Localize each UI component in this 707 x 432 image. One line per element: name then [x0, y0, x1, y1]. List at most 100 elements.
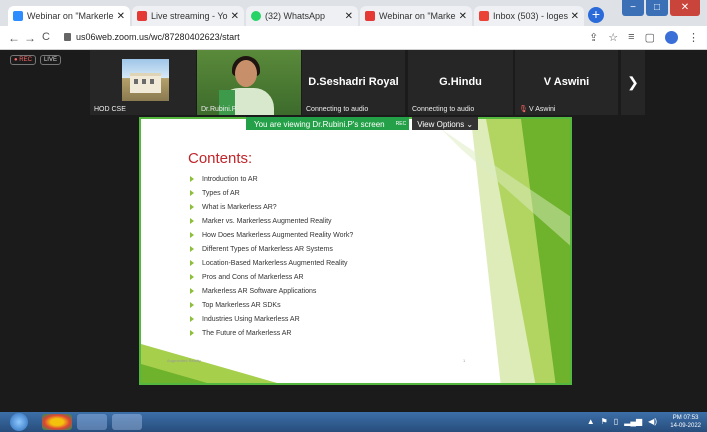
viewing-screen-message: You are viewing Dr.Rubini.P's screen: [246, 117, 393, 130]
bullet-arrow-icon: [190, 288, 194, 294]
screen-share-banner: You are viewing Dr.Rubini.P's screen REC…: [246, 117, 479, 130]
tab-close-icon[interactable]: ✕: [459, 11, 467, 22]
start-button-icon[interactable]: [10, 413, 28, 431]
college-building-image: [122, 59, 169, 101]
youtube-favicon-icon: [137, 11, 147, 21]
muted-mic-icon: 🎙: [519, 106, 528, 113]
tab-whatsapp[interactable]: (32) WhatsApp ✕: [246, 6, 358, 26]
close-window-button[interactable]: ✕: [670, 0, 700, 16]
tab-youtube-studio[interactable]: Live streaming - YouTube Stud ✕: [132, 6, 244, 26]
browser-toolbar: ⇪ ☆ ≡ ▢ ⋮: [589, 31, 699, 44]
search-taskbar-icon[interactable]: [112, 414, 142, 430]
side-panel-icon[interactable]: ▢: [645, 31, 655, 44]
browser-tab-bar: Webinar on "Markerless Augm ✕ Live strea…: [0, 0, 707, 26]
back-button[interactable]: ←: [8, 31, 20, 45]
slide-page-number: 1: [463, 358, 466, 363]
participant-display-name: D.Seshadri Royal: [308, 76, 399, 88]
slide-footer: Augmented Reality: [167, 358, 201, 363]
list-item: The Future of Markerless AR: [190, 326, 353, 340]
participant-tile-hindu[interactable]: G.Hindu Connecting to audio: [408, 50, 513, 115]
participant-status: Connecting to audio: [412, 106, 475, 113]
list-item: Top Markerless AR SDKs: [190, 298, 353, 312]
windows-taskbar: ▲ ⚑ ▯ ▂▄▆ ◀) PM 07:53 14-09-2022: [0, 412, 707, 432]
tab-close-icon[interactable]: ✕: [345, 11, 353, 22]
list-item: Different Types of Markerless AR Systems: [190, 242, 353, 256]
tab-close-icon[interactable]: ✕: [231, 11, 239, 22]
youtube-favicon-icon: [365, 11, 375, 21]
tab-label: Webinar on "Markerless A: [379, 11, 456, 21]
list-item: Industries Using Markerless AR: [190, 312, 353, 326]
url-field[interactable]: us06web.zoom.us/wc/87280402623/start: [76, 32, 240, 42]
bullet-arrow-icon: [190, 232, 194, 238]
share-icon[interactable]: ⇪: [589, 31, 598, 44]
bullet-arrow-icon: [190, 330, 194, 336]
minimize-button[interactable]: −: [622, 0, 644, 16]
profile-avatar[interactable]: [665, 31, 678, 44]
new-tab-button[interactable]: +: [588, 7, 604, 23]
participant-tile-speaker[interactable]: Dr.Rubini.P: [197, 50, 301, 115]
participant-name: V Aswini: [529, 106, 556, 113]
bullet-arrow-icon: [190, 316, 194, 322]
menu-icon[interactable]: ⋮: [688, 31, 699, 44]
window-controls: − □ ✕: [622, 0, 700, 20]
tab-close-icon[interactable]: ✕: [117, 11, 125, 22]
next-participants-button[interactable]: ❯: [621, 50, 645, 115]
tab-label: Live streaming - YouTube Stud: [151, 11, 228, 21]
participant-display-name: G.Hindu: [439, 76, 482, 88]
bullet-arrow-icon: [190, 218, 194, 224]
list-item: How Does Markerless Augmented Reality Wo…: [190, 228, 353, 242]
participant-tile-aswini[interactable]: V Aswini 🎙 V Aswini: [515, 50, 618, 115]
system-tray: ▲ ⚑ ▯ ▂▄▆ ◀): [587, 417, 657, 426]
tab-webinar-zoom[interactable]: Webinar on "Markerless Augm ✕: [8, 6, 130, 26]
view-options-button[interactable]: View Options ⌄: [412, 117, 479, 130]
tab-label: Inbox (503) - logeshk75@gmai: [493, 11, 568, 21]
list-item: Introduction to AR: [190, 172, 353, 186]
chrome-taskbar-icon[interactable]: [42, 414, 72, 430]
rec-badge[interactable]: ● REC: [10, 55, 36, 65]
gmail-favicon-icon: [479, 11, 489, 21]
address-bar: ← → C us06web.zoom.us/wc/87280402623/sta…: [0, 26, 707, 50]
tab-label: (32) WhatsApp: [265, 11, 326, 21]
participant-tile-seshadri[interactable]: D.Seshadri Royal Connecting to audio: [302, 50, 405, 115]
participant-tile-hod-cse[interactable]: HOD CSE: [90, 50, 196, 115]
list-item: Markerless AR Software Applications: [190, 284, 353, 298]
participant-status: Connecting to audio: [306, 106, 369, 113]
participant-name: Dr.Rubini.P: [201, 106, 237, 113]
maximize-button[interactable]: □: [646, 0, 668, 16]
reload-button[interactable]: C: [42, 31, 50, 43]
bullet-arrow-icon: [190, 302, 194, 308]
network-signal-icon[interactable]: ▂▄▆: [624, 417, 642, 426]
bullet-arrow-icon: [190, 260, 194, 266]
bullet-arrow-icon: [190, 246, 194, 252]
bullet-arrow-icon: [190, 176, 194, 182]
live-badge[interactable]: LIVE: [39, 55, 61, 65]
list-item: Types of AR: [190, 186, 353, 200]
recording-badges: ● REC LIVE: [10, 55, 61, 65]
bullet-arrow-icon: [190, 190, 194, 196]
battery-icon[interactable]: ▯: [614, 417, 618, 426]
lock-icon[interactable]: [64, 33, 71, 41]
list-item: What is Markerless AR?: [190, 200, 353, 214]
tab-close-icon[interactable]: ✕: [571, 11, 579, 22]
list-item: Location-Based Markerless Augmented Real…: [190, 256, 353, 270]
bookmark-star-icon[interactable]: ☆: [608, 31, 618, 44]
tab-gmail-inbox[interactable]: Inbox (503) - logeshk75@gmai ✕: [474, 6, 584, 26]
action-center-flag-icon[interactable]: ⚑: [601, 417, 608, 426]
volume-icon[interactable]: ◀): [648, 417, 657, 426]
list-item: Marker vs. Markerless Augmented Reality: [190, 214, 353, 228]
clock-time: PM 07:53: [672, 415, 699, 421]
bullet-arrow-icon: [190, 274, 194, 280]
tab-label: Webinar on "Markerless Augm: [27, 11, 114, 21]
clock-date: 14-09-2022: [670, 423, 701, 429]
list-item: Pros and Cons of Markerless AR: [190, 270, 353, 284]
system-clock[interactable]: PM 07:53 14-09-2022: [670, 414, 701, 430]
tab-webinar-youtube[interactable]: Webinar on "Markerless A ✕: [360, 6, 472, 26]
show-hidden-icons-icon[interactable]: ▲: [587, 417, 595, 426]
forward-button[interactable]: →: [24, 31, 36, 45]
reading-list-icon[interactable]: ≡: [628, 31, 634, 44]
whatsapp-favicon-icon: [251, 11, 261, 21]
contents-list: Introduction to AR Types of AR What is M…: [190, 172, 353, 340]
file-explorer-taskbar-icon[interactable]: [77, 414, 107, 430]
share-rec-indicator: REC: [392, 117, 410, 130]
participant-name: HOD CSE: [94, 106, 126, 113]
